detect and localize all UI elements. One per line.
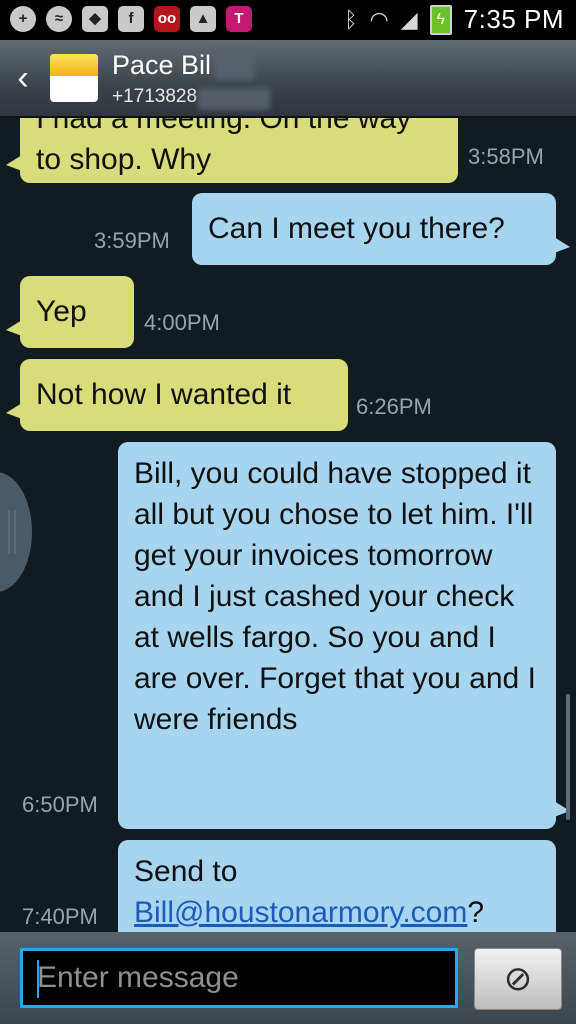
message-text-suffix: ?	[467, 896, 485, 929]
text-cursor	[37, 960, 39, 998]
message-text: Can I meet you there?	[208, 212, 505, 245]
message-text-prefix: Send to	[134, 855, 238, 888]
scrollbar[interactable]	[566, 694, 570, 820]
gallery-icon: ▲	[190, 6, 216, 32]
status-time: 7:35 PM	[463, 4, 564, 34]
handle-grip	[14, 510, 16, 554]
voicemail-icon: oo	[154, 6, 180, 32]
conversation-header: ‹ Pace Bil +1713828	[0, 40, 576, 118]
photos-icon: ◆	[82, 6, 108, 32]
system-icons: ᛒ ◠ ◢ ϟ 7:35 PM	[344, 4, 564, 35]
contact-avatar[interactable]	[50, 54, 98, 102]
wifi-icon: ◠	[369, 6, 389, 32]
attach-button[interactable]: ⊘	[474, 948, 562, 1010]
message-text: Yep	[36, 295, 87, 328]
email-link[interactable]: Bill@houstonarmory.com	[134, 896, 467, 929]
message-input[interactable]: Enter message	[20, 948, 458, 1008]
message-bubble-outgoing[interactable]: Bill, you could have stopped it all but …	[118, 442, 570, 829]
facebook-icon: f	[118, 6, 144, 32]
back-button[interactable]: ‹	[8, 58, 38, 98]
messenger-icon: ≈	[46, 6, 72, 32]
paperclip-icon: ⊘	[503, 960, 533, 998]
bluetooth-icon: ᛒ	[344, 6, 358, 32]
handle-grip	[8, 510, 10, 554]
redaction-blur	[198, 88, 270, 110]
message-timestamp: 6:50PM	[22, 792, 98, 817]
signal-icon: ◢	[400, 6, 418, 32]
battery-icon: ϟ	[429, 4, 452, 35]
message-timestamp: 6:26PM	[356, 394, 432, 419]
message-timestamp: 4:00PM	[144, 310, 220, 335]
message-timestamp: 3:59PM	[94, 228, 170, 253]
notification-icons: + ≈ ◆ f oo ▲ T	[10, 6, 252, 32]
side-panel-handle[interactable]	[0, 472, 32, 592]
message-timestamp: 7:40PM	[22, 904, 98, 929]
envelope-icon	[50, 54, 98, 76]
message-bubble-outgoing[interactable]: Send to Bill@houstonarmory.com?	[118, 840, 556, 932]
message-timestamp: 3:58PM	[468, 144, 544, 169]
redaction-blur	[214, 50, 254, 80]
status-bar: + ≈ ◆ f oo ▲ T ᛒ ◠ ◢ ϟ 7:35 PM	[0, 0, 576, 40]
message-bubble-outgoing[interactable]: Can I meet you there?	[192, 193, 570, 265]
message-text: I had a meeting. On the way to shop. Why	[36, 118, 412, 176]
contact-number: +1713828	[112, 86, 198, 107]
message-list[interactable]: I had a meeting. On the way to shop. Why…	[0, 118, 576, 932]
tmobile-icon: T	[226, 6, 252, 32]
contact-name: Pace Bil	[112, 50, 212, 80]
message-text: Bill, you could have stopped it all but …	[134, 457, 536, 736]
message-input-placeholder: Enter message	[37, 961, 239, 994]
message-bubble-incoming[interactable]: Yep	[6, 276, 134, 348]
message-bubble-incoming[interactable]: Not how I wanted it	[6, 359, 348, 431]
composer-bar: Enter message ⊘	[0, 932, 576, 1024]
plus-icon: +	[10, 6, 36, 32]
message-text: Not how I wanted it	[36, 378, 292, 411]
message-bubble-incoming[interactable]: I had a meeting. On the way to shop. Why	[6, 118, 458, 183]
